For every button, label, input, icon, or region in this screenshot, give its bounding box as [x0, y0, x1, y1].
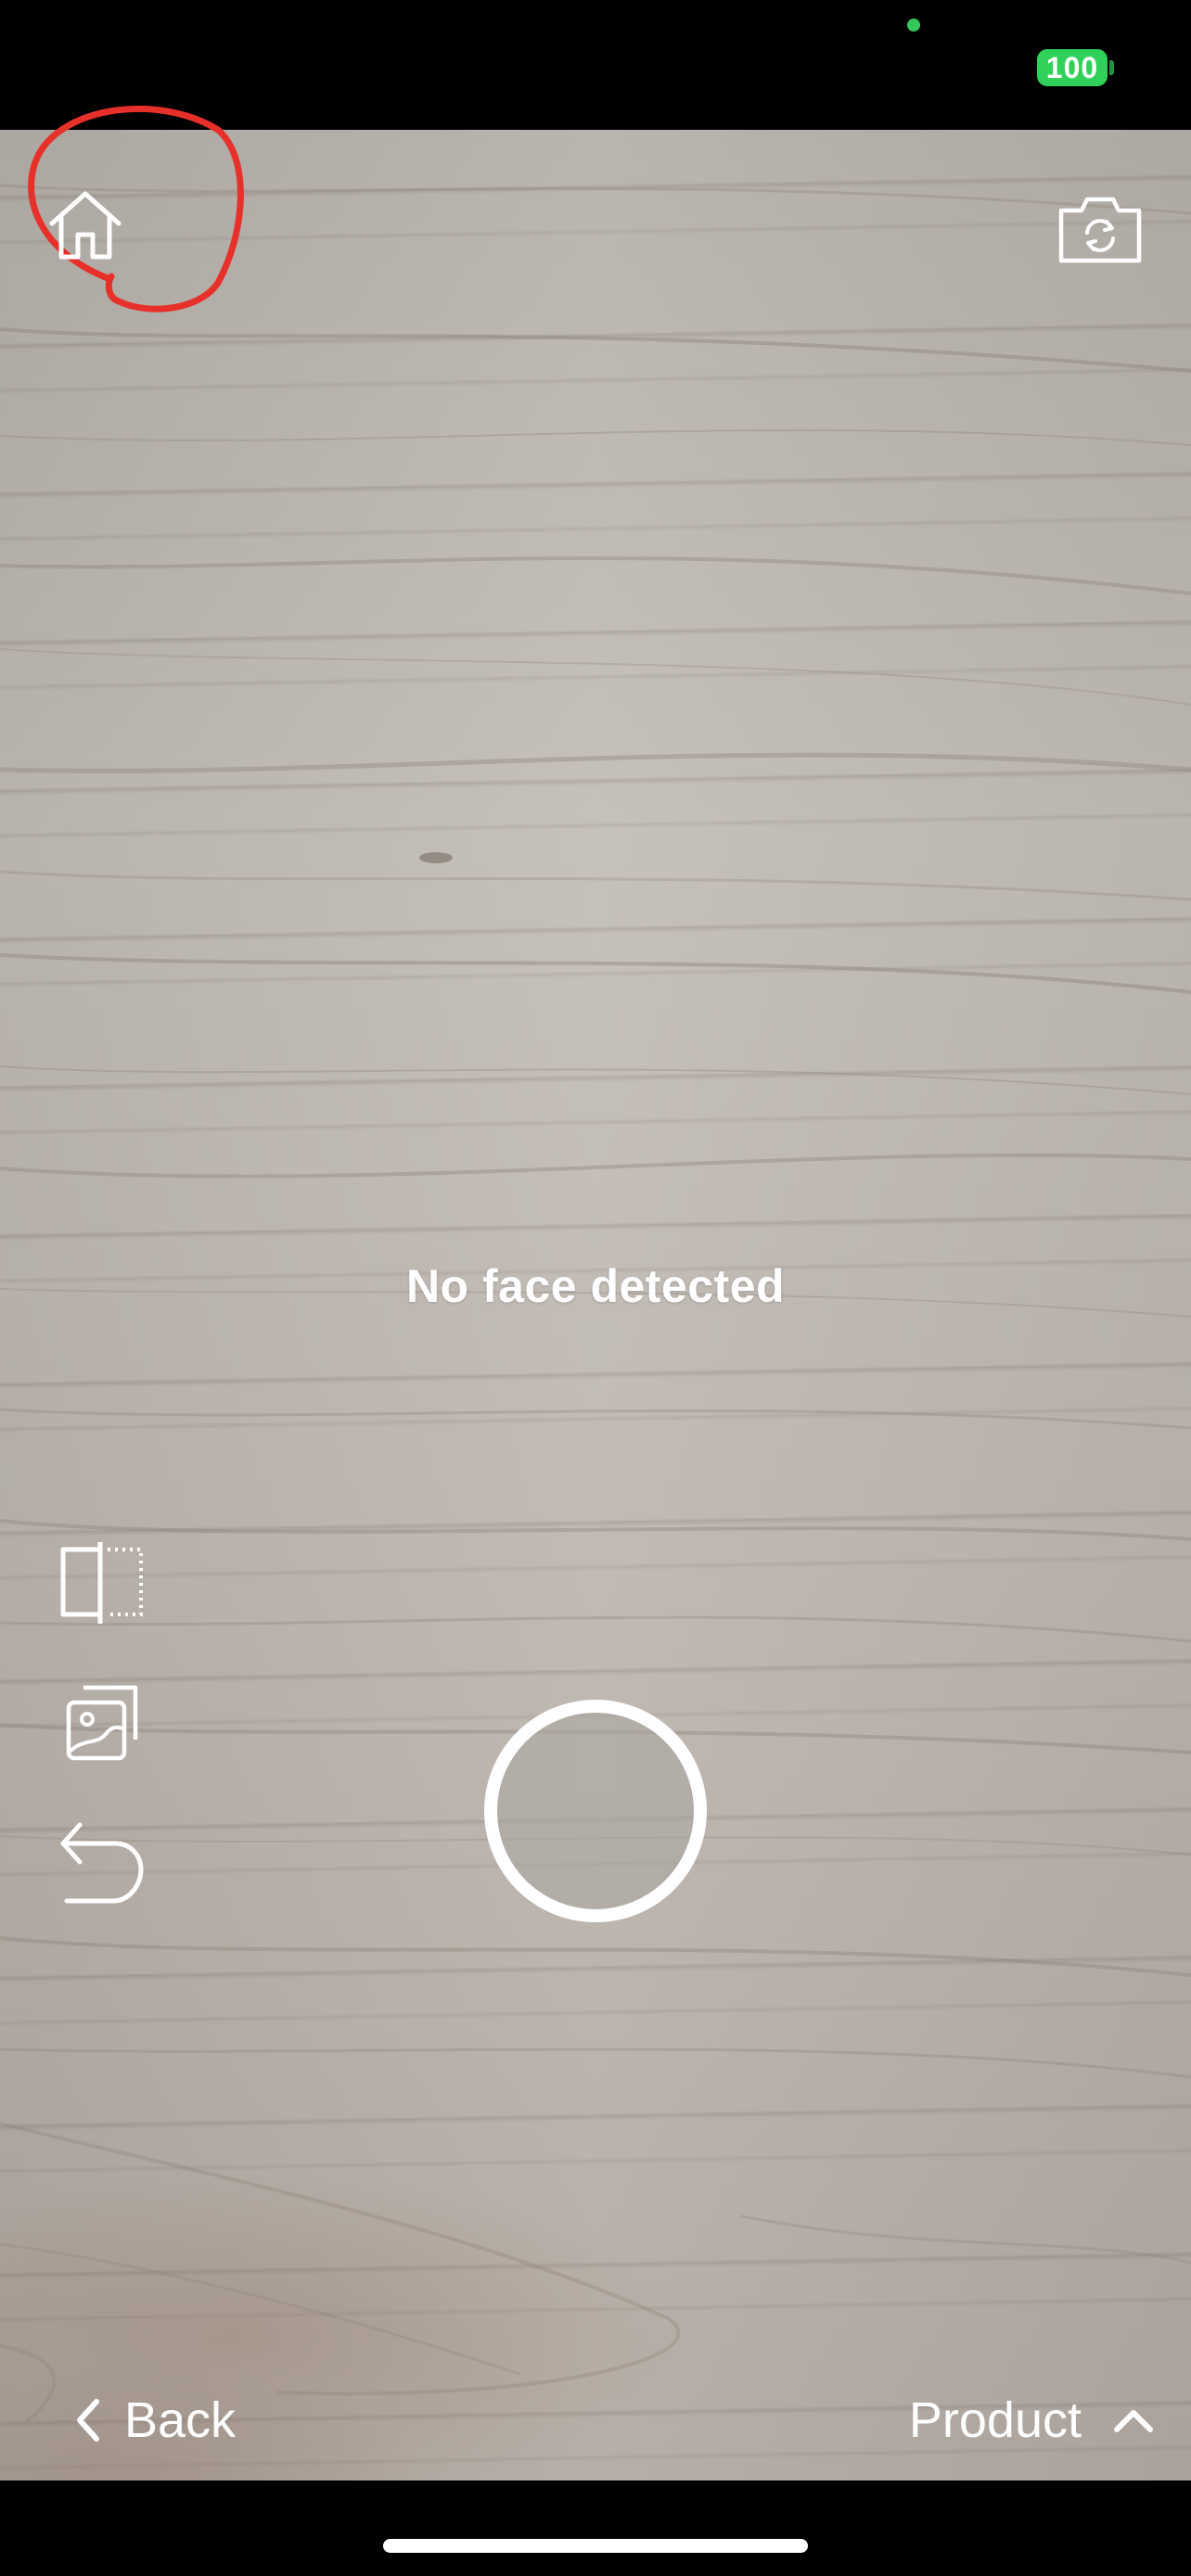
home-indicator-area: [0, 2480, 1191, 2576]
camera-flip-icon: [1058, 197, 1142, 263]
compare-button[interactable]: [54, 1539, 150, 1628]
product-label: Product: [908, 2392, 1082, 2448]
undo-button[interactable]: [54, 1819, 150, 1908]
camera-in-use-indicator: [907, 19, 920, 32]
battery-terminal: [1109, 60, 1114, 75]
camera-screen: 100 No face detected Back Product: [0, 0, 1191, 2576]
home-indicator[interactable]: [383, 2539, 808, 2553]
undo-icon: [60, 1822, 144, 1904]
home-icon: [49, 191, 122, 260]
face-detection-status: No face detected: [405, 1260, 786, 1312]
flip-camera-button[interactable]: [1056, 190, 1145, 268]
gallery-icon: [66, 1685, 138, 1761]
back-label: Back: [124, 2392, 237, 2448]
chevron-up-icon: [1114, 2410, 1153, 2432]
back-button[interactable]: Back: [74, 2383, 236, 2457]
home-button[interactable]: [41, 181, 130, 270]
compare-split-icon: [60, 1542, 143, 1624]
chevron-left-icon: [77, 2399, 99, 2442]
battery-indicator: 100: [1037, 49, 1108, 86]
shutter-button[interactable]: [484, 1700, 707, 1922]
product-menu-button[interactable]: Product: [909, 2383, 1154, 2457]
gallery-button[interactable]: [54, 1678, 150, 1767]
